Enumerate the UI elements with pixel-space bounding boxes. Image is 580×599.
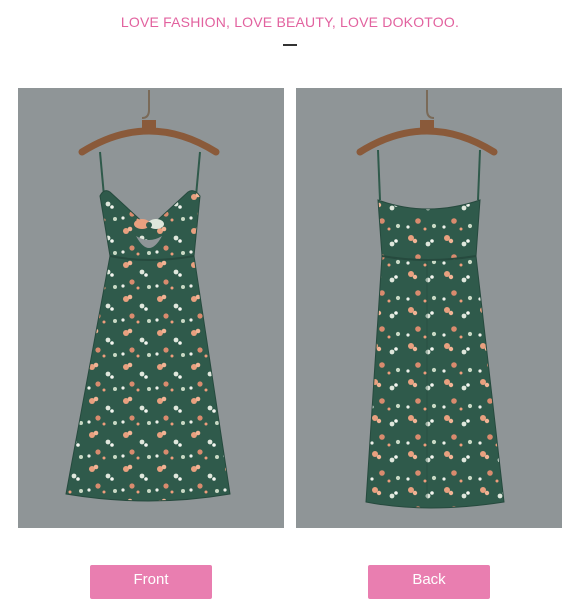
- back-dress-image: [356, 90, 505, 509]
- back-view-photo[interactable]: [296, 88, 562, 528]
- front-dress-image: [65, 90, 231, 502]
- header-divider: [283, 44, 297, 46]
- front-view-button[interactable]: Front: [90, 565, 212, 599]
- front-view-photo[interactable]: [18, 88, 284, 528]
- brand-tagline: LOVE FASHION, LOVE BEAUTY, LOVE DOKOTOO.: [120, 14, 460, 30]
- back-view-button[interactable]: Back: [368, 565, 490, 599]
